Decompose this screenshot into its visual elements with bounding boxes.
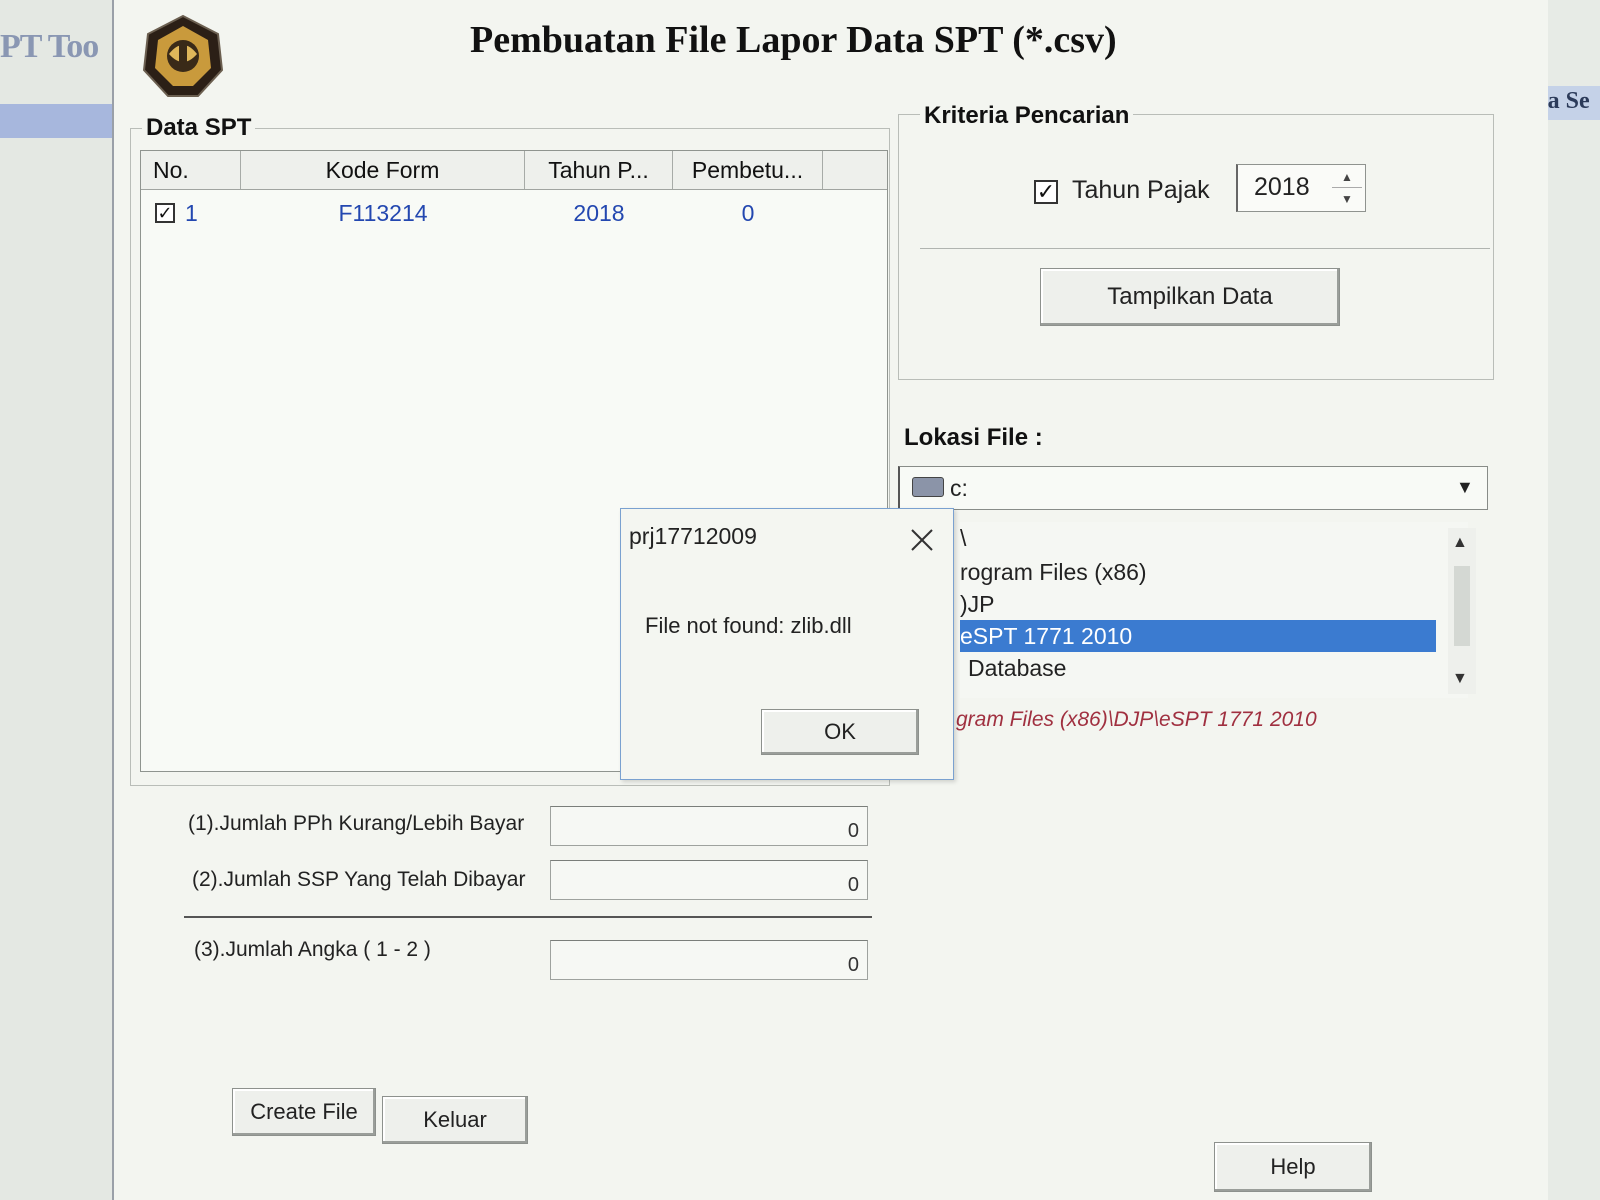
folder-item-djp[interactable]: )JP — [960, 588, 995, 620]
column-header-tahun-pajak[interactable]: Tahun P... — [525, 151, 673, 189]
summary-label-3: (3).Jumlah Angka ( 1 - 2 ) — [194, 938, 431, 961]
background-window-title-right: la Se — [1541, 88, 1590, 114]
spinner-up-icon[interactable]: ▲ — [1332, 167, 1362, 188]
ok-button[interactable]: OK — [761, 709, 919, 755]
scroll-down-icon[interactable]: ▼ — [1452, 670, 1468, 688]
tahun-pajak-value: 2018 — [1254, 173, 1310, 201]
djp-emblem-icon — [142, 14, 224, 97]
tahun-pajak-spinner[interactable]: 2018 ▲ ▼ — [1236, 164, 1366, 212]
lokasi-file-label: Lokasi File : — [904, 424, 1043, 451]
row-kode-form: F113214 — [338, 200, 428, 226]
summary-label-1: (1).Jumlah PPh Kurang/Lebih Bayar — [188, 812, 525, 835]
kriteria-group — [898, 114, 1494, 380]
folder-list-scroll-thumb[interactable] — [1454, 566, 1470, 646]
kriteria-divider — [920, 248, 1490, 249]
keluar-button[interactable]: Keluar — [382, 1096, 528, 1144]
column-header-pembetulan[interactable]: Pembetu... — [673, 151, 823, 189]
scroll-up-icon[interactable]: ▲ — [1452, 534, 1468, 552]
column-header-kode-form[interactable]: Kode Form — [241, 151, 525, 189]
tahun-pajak-label: Tahun Pajak — [1072, 176, 1210, 204]
folder-item-root[interactable]: \ — [960, 522, 966, 554]
window-title: Pembuatan File Lapor Data SPT (*.csv) — [470, 19, 1117, 61]
close-icon[interactable] — [909, 527, 935, 553]
row-no: 1 — [185, 200, 198, 226]
create-file-button[interactable]: Create File — [232, 1088, 376, 1136]
tampilkan-data-button[interactable]: Tampilkan Data — [1040, 268, 1340, 326]
summary-field-3: 0 — [550, 940, 868, 980]
chevron-down-icon[interactable]: ▼ — [1456, 477, 1474, 498]
row-pembetulan: 0 — [741, 200, 755, 226]
data-spt-group-label: Data SPT — [142, 114, 256, 142]
error-dialog: prj17712009 File not found: zlib.dll OK — [620, 508, 954, 780]
current-path-label: gram Files (x86)\DJP\eSPT 1771 2010 — [956, 708, 1317, 731]
background-window-selection-bar — [0, 104, 118, 138]
drive-value: c: — [950, 475, 968, 501]
column-header-no[interactable]: No. — [141, 151, 241, 189]
dialog-title: prj17712009 — [629, 523, 757, 549]
drive-icon — [912, 477, 944, 497]
kriteria-group-label: Kriteria Pencarian — [920, 102, 1134, 130]
folder-item-database[interactable]: Database — [968, 652, 1066, 684]
row-tahun-pajak: 2018 — [573, 200, 625, 226]
background-window-left — [0, 0, 118, 1200]
background-window-right — [1548, 0, 1600, 1200]
background-window-title-left: PT Too — [0, 28, 99, 65]
folder-item-program-files[interactable]: rogram Files (x86) — [960, 556, 1147, 588]
summary-field-1: 0 — [550, 806, 868, 846]
summary-label-2: (2).Jumlah SSP Yang Telah Dibayar — [192, 868, 526, 891]
row-checkbox[interactable]: ✓ — [155, 203, 175, 223]
tahun-pajak-checkbox[interactable]: ✓ — [1034, 180, 1058, 204]
summary-field-2: 0 — [550, 860, 868, 900]
table-row[interactable]: ✓ 1 F113214 2018 0 — [141, 193, 841, 233]
help-button[interactable]: Help — [1214, 1142, 1372, 1192]
drive-dropdown[interactable]: c: ▼ — [898, 466, 1488, 510]
spinner-down-icon[interactable]: ▼ — [1332, 189, 1362, 209]
summary-divider — [184, 916, 872, 918]
folder-item-espt[interactable]: eSPT 1771 2010 — [960, 620, 1436, 652]
spt-list-header: No. Kode Form Tahun P... Pembetu... — [141, 151, 887, 190]
folder-list[interactable]: \ rogram Files (x86) )JP eSPT 1771 2010 … — [960, 522, 1468, 698]
dialog-message: File not found: zlib.dll — [645, 613, 852, 638]
